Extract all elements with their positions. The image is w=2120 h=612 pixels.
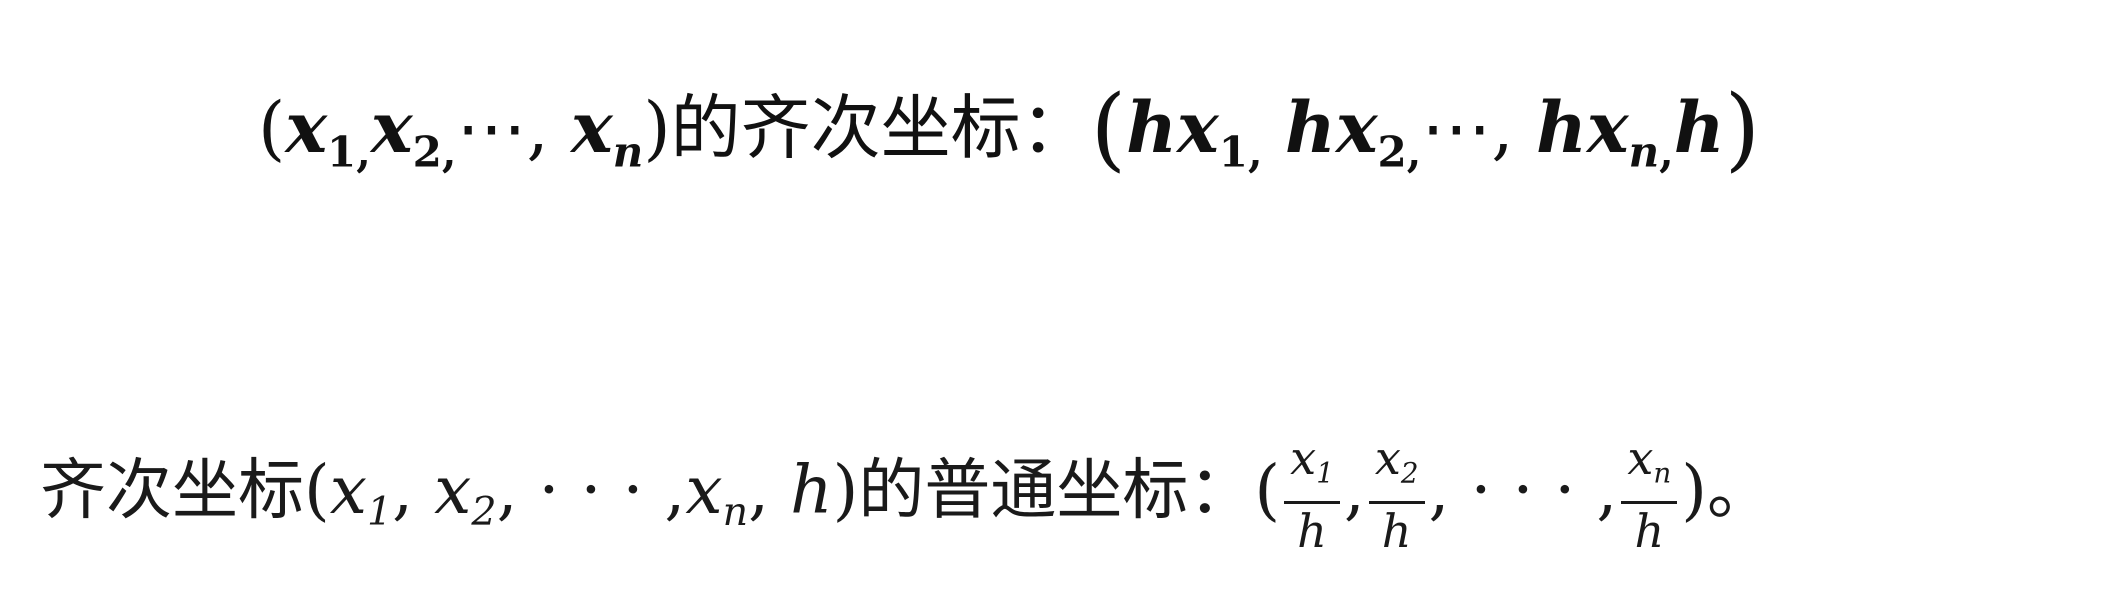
open-paren: ( (258, 87, 286, 169)
ellipsis: · · · (538, 451, 644, 529)
fraction-x2-over-h: x2 h (1368, 435, 1425, 556)
var-x1: x1 (285, 86, 357, 177)
var-hx1: hx1 (1126, 86, 1249, 177)
label-homogeneous: 的齐次坐标： (670, 87, 1091, 169)
big-close-paren: ) (1724, 76, 1761, 182)
var-h: h (790, 451, 833, 529)
label-ordinary-coords: 的普通坐标： (858, 451, 1255, 529)
var-x2: x2 (434, 451, 497, 535)
close-paren: ) (643, 87, 671, 169)
comma: , (1491, 87, 1514, 169)
close-paren: ) (832, 451, 859, 529)
var-h: h (1673, 86, 1725, 169)
var-hxn: hxn (1535, 86, 1660, 177)
fraction-x1-over-h: x1 h (1284, 435, 1340, 556)
comma: , (392, 451, 414, 529)
homogeneous-coordinates-line: (x1,x2,⋯, xn)的齐次坐标：(hx1, hx2,⋯, hxn,h) (258, 78, 1760, 203)
comma: , (526, 87, 549, 169)
fraction-xn-over-h: xn h (1621, 435, 1678, 556)
comma: , (1343, 451, 1365, 529)
ellipsis: ⋯ (1421, 87, 1492, 169)
comma: , (1428, 451, 1450, 529)
ellipsis: · · · (1470, 451, 1576, 529)
paren-open: ( (1254, 451, 1281, 529)
paren-close: ) (1681, 451, 1708, 529)
var-x2: x2 (370, 86, 442, 177)
comma: , (1659, 127, 1674, 177)
period: 。 (1707, 451, 1774, 529)
var-xn: xn (685, 451, 749, 535)
open-paren: ( (304, 451, 330, 529)
comma: , (1596, 451, 1618, 529)
comma: , (748, 451, 770, 529)
var-x1: x1 (329, 451, 393, 535)
var-hx2: hx2 (1284, 86, 1407, 177)
comma: , (496, 451, 518, 529)
var-xn: xn (571, 86, 644, 177)
ordinary-coordinates-line: 齐次坐标(x1, x2, · · · ,xn, h)的普通坐标：(x1 h, x2 h… (40, 435, 1773, 567)
comma: , (356, 127, 371, 177)
big-open-paren: ( (1090, 76, 1127, 182)
comma: , (1406, 127, 1422, 177)
comma: , (1248, 127, 1263, 177)
comma: , (441, 127, 457, 177)
label-homogeneous-coords: 齐次坐标 (40, 451, 304, 529)
comma: , (664, 451, 686, 529)
ellipsis: ⋯ (456, 87, 527, 169)
